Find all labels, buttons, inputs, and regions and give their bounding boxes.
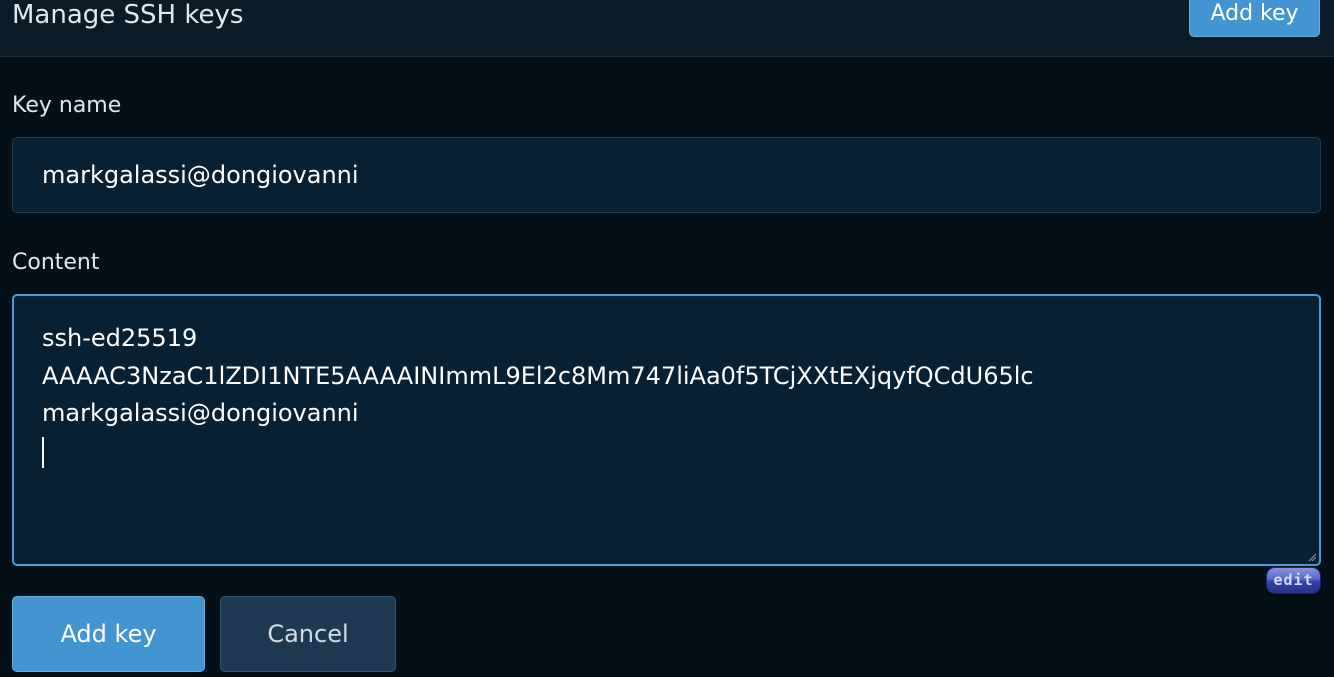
content-line-1: ssh-ed25519: [42, 324, 198, 352]
edit-extension-badge[interactable]: edit: [1266, 567, 1321, 594]
content-line-2: AAAAC3NzaC1lZDI1NTE5AAAAINImmL9El2c8Mm74…: [42, 361, 1034, 390]
header-add-key-button[interactable]: Add key: [1189, 0, 1320, 37]
key-name-label: Key name: [12, 93, 122, 118]
key-name-input[interactable]: markgalassi@dongiovanni: [12, 137, 1321, 213]
resize-handle-icon[interactable]: [1307, 552, 1317, 562]
text-caret: [42, 437, 44, 468]
content-textarea[interactable]: ssh-ed25519 AAAAC3NzaC1lZDI1NTE5AAAAINIm…: [12, 294, 1321, 566]
add-key-button[interactable]: Add key: [12, 596, 205, 672]
page-header: Manage SSH keys Add key: [0, 0, 1334, 57]
page-title: Manage SSH keys: [12, 0, 244, 30]
cancel-button[interactable]: Cancel: [220, 596, 396, 672]
content-label: Content: [12, 250, 100, 275]
content-line-3: markgalassi@dongiovanni: [42, 399, 359, 427]
content-line-4: [42, 433, 1319, 471]
